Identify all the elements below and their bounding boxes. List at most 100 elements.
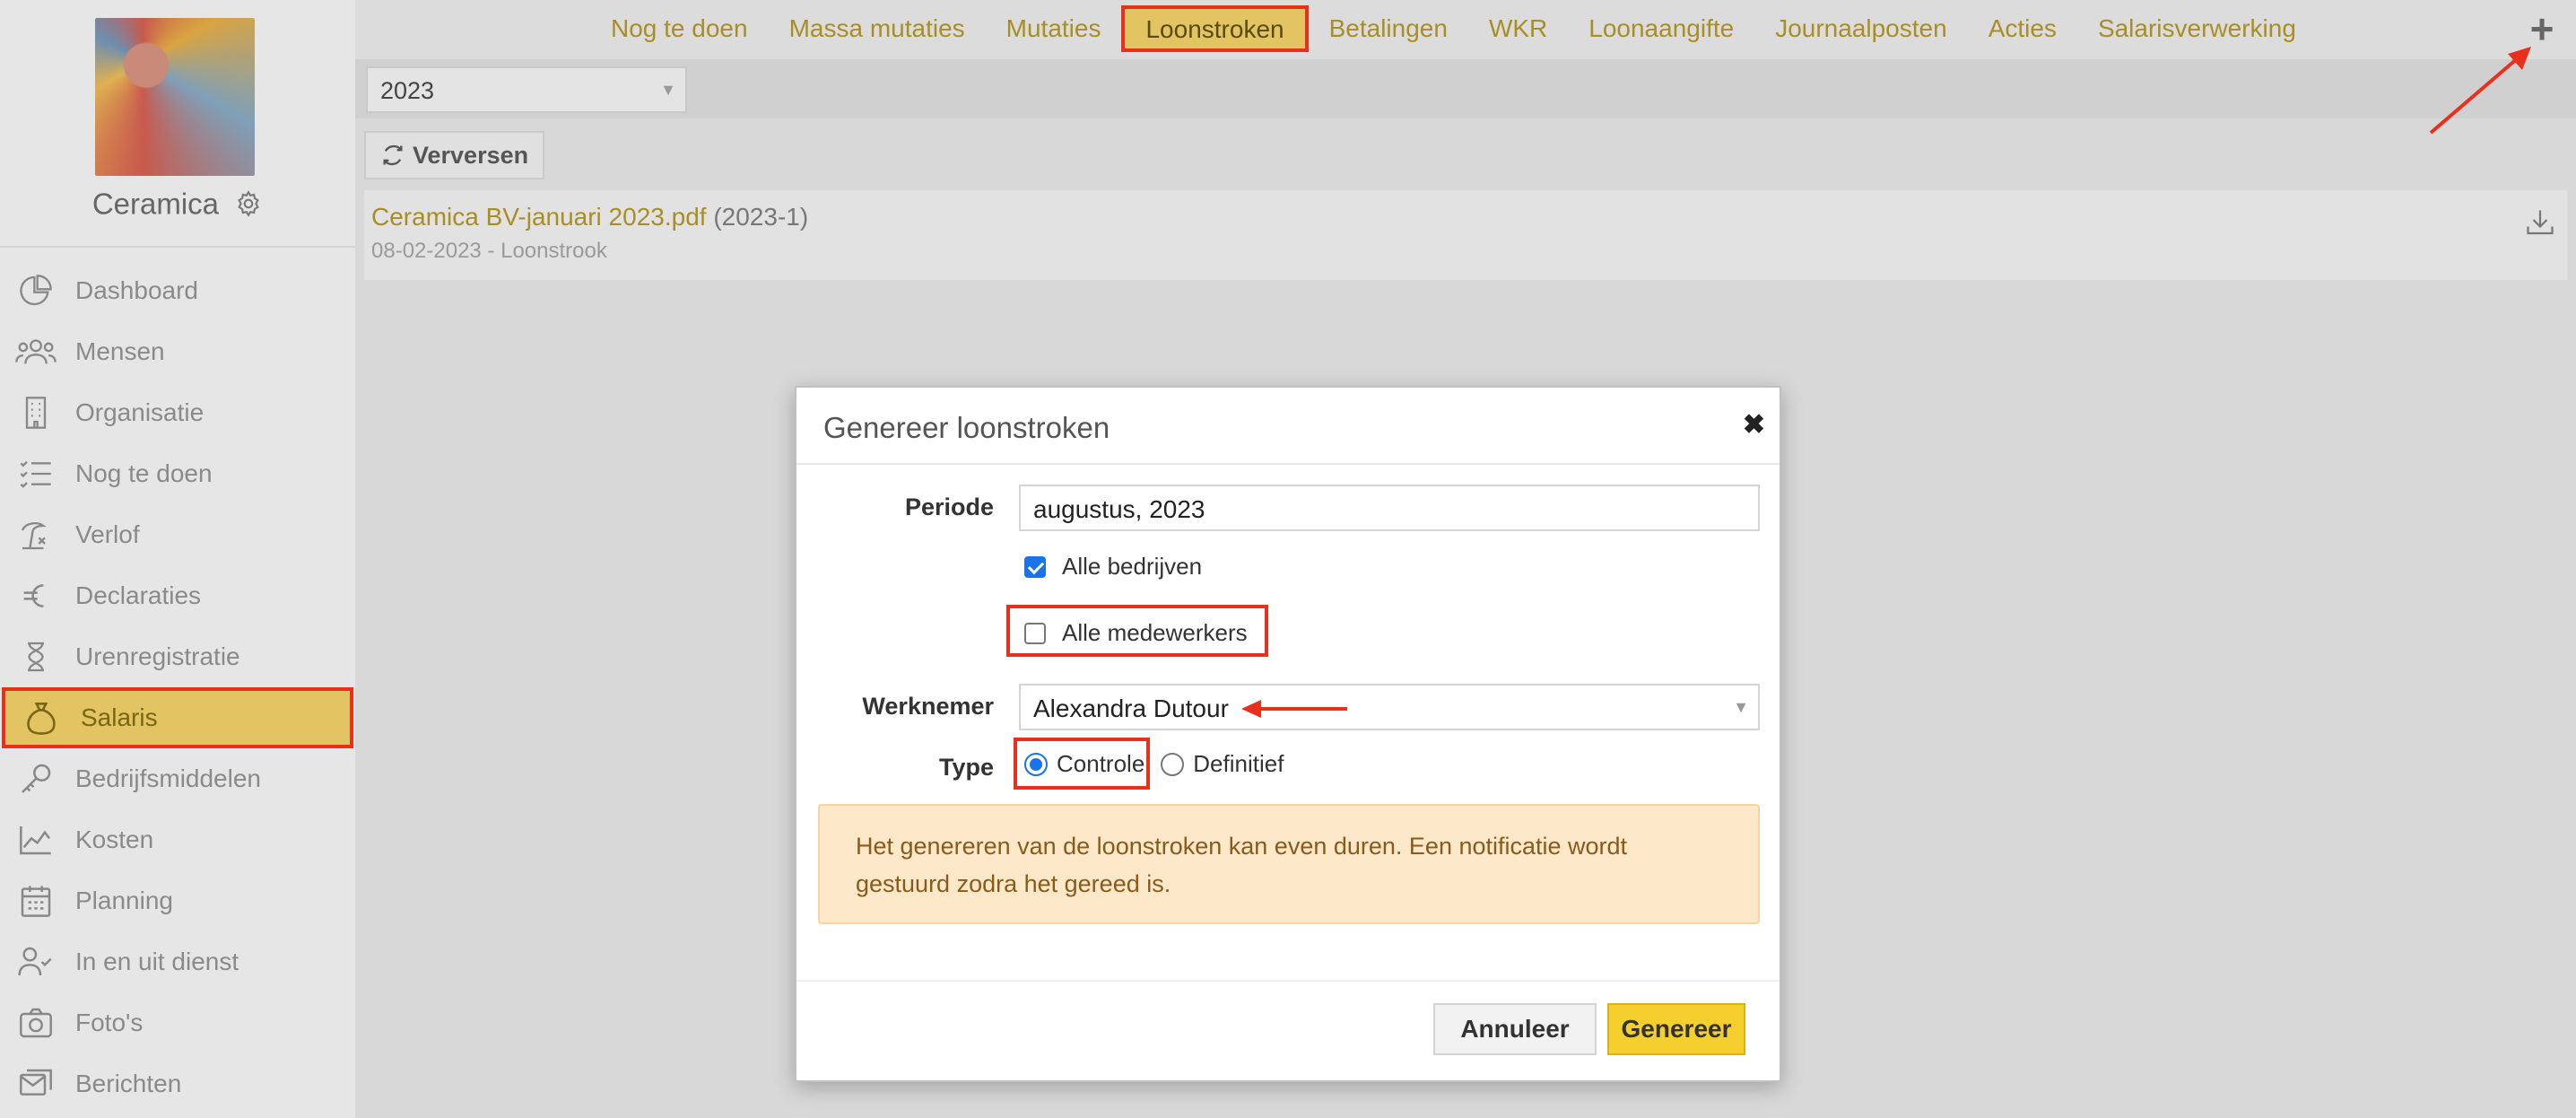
generate-payslips-dialog: Genereer loonstroken ✖ Periode augustus,… [795,386,1781,1082]
werknemer-select[interactable]: Alexandra Dutour ▼ [1019,684,1760,730]
tab-loonaangifte[interactable]: Loonaangifte [1568,5,1754,52]
document-link[interactable]: Ceramica BV-januari 2023.pdf [371,203,707,231]
document-subtitle: 08-02-2023 - Loonstrook [371,239,607,263]
radio-controle[interactable] [1024,752,1048,776]
radio-definitief[interactable] [1161,752,1185,776]
type-label: Type [938,754,994,781]
pie-chart-icon [14,271,57,310]
sidebar-item-declaraties[interactable]: Declaraties [0,565,355,626]
salaris-tabs: Nog te doen Massa mutaties Mutaties Loon… [590,5,2317,52]
cancel-button[interactable]: Annuleer [1433,1003,1597,1055]
sidebar-item-label: Dashboard [75,276,198,304]
sidebar-nav: Dashboard Mensen Organisatie Nog te doen… [0,260,355,1114]
werknemer-label: Werknemer [862,693,994,720]
chevron-down-icon: ▼ [1733,698,1749,716]
type-radio-group: Controle Definitief [1024,750,1284,778]
sidebar-item-label: Mensen [75,337,165,365]
user-check-icon [14,942,57,982]
year-select[interactable]: 2023 ▼ [366,66,687,113]
year-filter-row: 2023 ▼ [355,59,2576,118]
sidebar-item-label: Bedrijfsmiddelen [75,764,261,792]
sidebar-item-label: Berichten [75,1070,182,1097]
checkbox-unchecked[interactable] [1024,622,1046,644]
refresh-button[interactable]: Verversen [364,131,545,179]
sidebar-item-berichten[interactable]: Berichten [0,1053,355,1114]
tab-massa-mutaties[interactable]: Massa mutaties [769,5,986,52]
close-icon[interactable]: ✖ [1743,409,1765,441]
sidebar-item-in-en-uit-dienst[interactable]: In en uit dienst [0,931,355,992]
add-button[interactable]: + [2524,8,2560,49]
sidebar-item-label: Organisatie [75,398,205,426]
generate-button[interactable]: Genereer [1607,1003,1745,1055]
sidebar: Ceramica Dashboard Mensen Organisatie No… [0,0,355,1118]
company-name: Ceramica [0,185,355,221]
sidebar-item-label: Salaris [81,703,158,731]
year-select-value: 2023 [380,77,435,104]
people-icon [14,332,57,371]
company-name-label: Ceramica [91,187,220,221]
dialog-footer: Annuleer Genereer [796,980,1780,1080]
sidebar-item-dashboard[interactable]: Dashboard [0,260,355,321]
sidebar-item-mensen[interactable]: Mensen [0,321,355,382]
company-logo [95,18,255,176]
sidebar-item-urenregistratie[interactable]: Urenregistratie [0,626,355,687]
alle-medewerkers-checkbox[interactable]: Alle medewerkers [1024,619,1248,647]
tab-nog-te-doen[interactable]: Nog te doen [590,5,769,52]
sidebar-item-label: In en uit dienst [75,948,239,975]
messages-icon [14,1064,57,1104]
hourglass-icon [14,637,57,677]
refresh-button-label: Verversen [413,141,529,169]
tab-mutaties[interactable]: Mutaties [986,5,1122,52]
document-period: (2023-1) [713,203,809,231]
document-title: Ceramica BV-januari 2023.pdf (2023-1) [371,203,808,231]
tab-wkr[interactable]: WKR [1468,5,1568,52]
periode-input[interactable]: augustus, 2023 [1019,485,1760,531]
calendar-icon [14,881,57,921]
sidebar-item-nog-te-doen[interactable]: Nog te doen [0,443,355,504]
sidebar-item-organisatie[interactable]: Organisatie [0,382,355,443]
sidebar-item-label: Nog te doen [75,459,213,487]
dialog-title: Genereer loonstroken [823,411,1110,444]
building-icon [14,393,57,432]
alle-medewerkers-label: Alle medewerkers [1062,619,1248,646]
camera-icon [14,1003,57,1043]
brand-header: Ceramica [0,0,355,248]
download-icon[interactable] [2524,206,2556,239]
info-alert: Het genereren van de loonstroken kan eve… [818,804,1760,924]
sidebar-item-bedrijfsmiddelen[interactable]: Bedrijfsmiddelen [0,748,355,809]
sidebar-item-verlof[interactable]: Verlof [0,504,355,565]
list-item: Ceramica BV-januari 2023.pdf (2023-1) 08… [364,190,2567,280]
alle-bedrijven-checkbox[interactable]: Alle bedrijven [1024,553,1202,581]
sidebar-item-label: Foto's [75,1009,144,1036]
tab-betalingen[interactable]: Betalingen [1309,5,1468,52]
tab-acties[interactable]: Acties [1968,5,2077,52]
gear-icon[interactable] [234,189,263,218]
checkbox-checked[interactable] [1024,555,1046,578]
checklist-icon [14,454,57,493]
money-bag-icon [20,698,63,738]
sidebar-item-label: Declaraties [75,581,202,609]
tab-journaalposten[interactable]: Journaalposten [1754,5,1967,52]
tab-loonstroken[interactable]: Loonstroken [1121,5,1309,52]
sidebar-item-label: Verlof [75,520,140,548]
sidebar-item-label: Urenregistratie [75,642,240,670]
sidebar-item-planning[interactable]: Planning [0,870,355,931]
top-tabs-bar: Nog te doen Massa mutaties Mutaties Loon… [355,0,2576,59]
euro-icon [14,576,57,616]
refresh-icon [383,144,403,166]
dialog-header: Genereer loonstroken ✖ [796,388,1780,465]
sidebar-item-label: Planning [75,887,173,914]
beach-icon [14,515,57,555]
periode-label: Periode [904,493,994,520]
sidebar-item-label: Kosten [75,825,154,853]
werknemer-select-value: Alexandra Dutour [1033,694,1229,722]
sidebar-item-fotos[interactable]: Foto's [0,992,355,1053]
sidebar-item-salaris[interactable]: Salaris [2,687,353,748]
tab-salarisverwerking[interactable]: Salarisverwerking [2077,5,2317,52]
radio-controle-label: Controle [1057,750,1145,777]
key-icon [14,759,57,799]
sidebar-item-kosten[interactable]: Kosten [0,809,355,870]
radio-definitief-label: Definitief [1193,750,1284,777]
chevron-down-icon: ▼ [660,81,676,99]
alle-bedrijven-label: Alle bedrijven [1062,553,1203,580]
